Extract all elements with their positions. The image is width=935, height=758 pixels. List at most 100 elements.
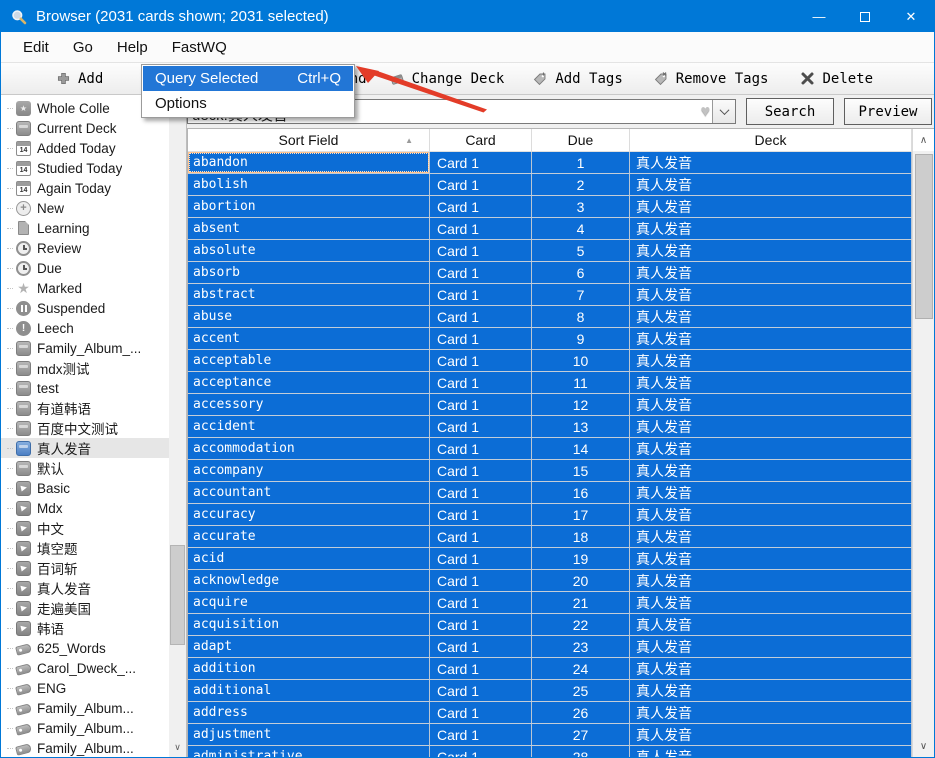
- table-scrollbar-thumb[interactable]: [915, 154, 933, 319]
- maximize-button[interactable]: [842, 1, 888, 32]
- sidebar-item[interactable]: 韩语: [1, 618, 169, 638]
- table-row[interactable]: acid Card 1 19 真人发音: [188, 548, 912, 570]
- table-row[interactable]: adapt Card 1 23 真人发音: [188, 636, 912, 658]
- sidebar-item[interactable]: Mdx: [1, 498, 169, 518]
- sidebar-item[interactable]: ENG: [1, 678, 169, 698]
- header-deck[interactable]: Deck: [630, 129, 912, 151]
- add-button[interactable]: Add: [56, 71, 103, 87]
- sidebar-item[interactable]: 625_Words: [1, 638, 169, 658]
- sidebar-item[interactable]: 有道韩语: [1, 398, 169, 418]
- sidebar-item[interactable]: Learning: [1, 218, 169, 238]
- sidebar-item[interactable]: 填空题: [1, 538, 169, 558]
- sidebar-item[interactable]: 真人发音: [1, 578, 169, 598]
- sidebar-item[interactable]: Basic: [1, 478, 169, 498]
- table-scroll-down-icon[interactable]: ∨: [913, 735, 934, 757]
- minimize-button[interactable]: —: [796, 1, 842, 32]
- menu-item-query-selected[interactable]: Query Selected Ctrl+Q: [143, 66, 353, 91]
- sidebar-item[interactable]: Review: [1, 238, 169, 258]
- sidebar-scrollbar[interactable]: ∧ ∨: [169, 95, 186, 757]
- sidebar-item[interactable]: 百词斩: [1, 558, 169, 578]
- table-row[interactable]: adjustment Card 1 27 真人发音: [188, 724, 912, 746]
- sidebar-item[interactable]: Family_Album_...: [1, 338, 169, 358]
- table-row[interactable]: accuracy Card 1 17 真人发音: [188, 504, 912, 526]
- table-row[interactable]: accessory Card 1 12 真人发音: [188, 394, 912, 416]
- search-button[interactable]: Search: [746, 98, 834, 125]
- sidebar-item[interactable]: Again Today: [1, 178, 169, 198]
- table-row[interactable]: accompany Card 1 15 真人发音: [188, 460, 912, 482]
- table-row[interactable]: acceptance Card 1 11 真人发音: [188, 372, 912, 394]
- sidebar-item[interactable]: 中文: [1, 518, 169, 538]
- menu-help[interactable]: Help: [105, 32, 160, 62]
- table-row[interactable]: administrative Card 1 28 真人发音: [188, 746, 912, 757]
- table-row[interactable]: absent Card 1 4 真人发音: [188, 218, 912, 240]
- table-row[interactable]: address Card 1 26 真人发音: [188, 702, 912, 724]
- sidebar-item[interactable]: Current Deck: [1, 118, 169, 138]
- table-row[interactable]: absorb Card 1 6 真人发音: [188, 262, 912, 284]
- sidebar-item[interactable]: 百度中文测试: [1, 418, 169, 438]
- sidebar-item[interactable]: Leech: [1, 318, 169, 338]
- change-deck-button[interactable]: Change Deck: [389, 71, 504, 87]
- table-row[interactable]: accommodation Card 1 14 真人发音: [188, 438, 912, 460]
- table-row[interactable]: abandon Card 1 1 真人发音: [188, 152, 912, 174]
- table-row[interactable]: accent Card 1 9 真人发音: [188, 328, 912, 350]
- delete-button[interactable]: Delete: [800, 71, 873, 87]
- cell-card: Card 1: [430, 504, 532, 525]
- table-row[interactable]: acknowledge Card 1 20 真人发音: [188, 570, 912, 592]
- table-row[interactable]: additional Card 1 25 真人发音: [188, 680, 912, 702]
- menu-fastwq[interactable]: FastWQ: [160, 32, 239, 62]
- table-row[interactable]: acceptable Card 1 10 真人发音: [188, 350, 912, 372]
- table-scroll-up-icon[interactable]: ∧: [913, 129, 934, 151]
- change-deck-icon: [390, 73, 404, 85]
- favorites-heart-icon[interactable]: ♥: [701, 103, 711, 121]
- table-row[interactable]: abolish Card 1 2 真人发音: [188, 174, 912, 196]
- header-card[interactable]: Card: [430, 129, 532, 151]
- sidebar-item[interactable]: Added Today: [1, 138, 169, 158]
- remove-tags-button[interactable]: Remove Tags: [653, 71, 768, 87]
- sidebar-scroll-down-icon[interactable]: ∨: [169, 740, 186, 755]
- add-tags-button[interactable]: Add Tags: [532, 71, 623, 87]
- sidebar-item[interactable]: test: [1, 378, 169, 398]
- sidebar-item[interactable]: New: [1, 198, 169, 218]
- menu-go[interactable]: Go: [61, 32, 105, 62]
- sidebar-item[interactable]: Suspended: [1, 298, 169, 318]
- sidebar-scrollbar-thumb[interactable]: [170, 545, 185, 645]
- sidebar-item[interactable]: Family_Album...: [1, 718, 169, 738]
- table-row[interactable]: accurate Card 1 18 真人发音: [188, 526, 912, 548]
- menu-edit[interactable]: Edit: [11, 32, 61, 62]
- table-row[interactable]: abstract Card 1 7 真人发音: [188, 284, 912, 306]
- cell-deck: 真人发音: [630, 394, 912, 415]
- sidebar-item[interactable]: Carol_Dweck_...: [1, 658, 169, 678]
- cell-due: 20: [532, 570, 630, 591]
- sidebar-item[interactable]: 默认: [1, 458, 169, 478]
- sidebar-item-icon: [16, 500, 31, 516]
- menu-item-options[interactable]: Options: [143, 91, 353, 116]
- close-button[interactable]: ✕: [888, 1, 934, 32]
- add-label: Add: [78, 70, 104, 87]
- table-row[interactable]: addition Card 1 24 真人发音: [188, 658, 912, 680]
- sidebar-item[interactable]: Due: [1, 258, 169, 278]
- table-row[interactable]: accident Card 1 13 真人发音: [188, 416, 912, 438]
- sidebar-item[interactable]: 真人发音: [1, 438, 169, 458]
- table-row[interactable]: absolute Card 1 5 真人发音: [188, 240, 912, 262]
- sidebar-item[interactable]: mdx测试: [1, 358, 169, 378]
- table-row[interactable]: abuse Card 1 8 真人发音: [188, 306, 912, 328]
- sidebar-item-icon: [15, 663, 32, 676]
- cell-due: 4: [532, 218, 630, 239]
- table-row[interactable]: abortion Card 1 3 真人发音: [188, 196, 912, 218]
- sidebar-item[interactable]: Family_Album...: [1, 738, 169, 757]
- sidebar-item[interactable]: Marked: [1, 278, 169, 298]
- search-history-dropdown[interactable]: [712, 100, 735, 123]
- table-scrollbar[interactable]: ∧ ∨: [912, 129, 934, 757]
- right-panel: ♥ Search Preview Sort Field ▲ Card Due: [187, 95, 934, 757]
- table-row[interactable]: acquire Card 1 21 真人发音: [188, 592, 912, 614]
- header-due[interactable]: Due: [532, 129, 630, 151]
- table-row[interactable]: acquisition Card 1 22 真人发音: [188, 614, 912, 636]
- preview-button[interactable]: Preview: [844, 98, 932, 125]
- header-sort-field[interactable]: Sort Field ▲: [188, 129, 430, 151]
- sidebar-item[interactable]: 走遍美国: [1, 598, 169, 618]
- sidebar-item-icon: [16, 360, 31, 376]
- sidebar-item[interactable]: Family_Album...: [1, 698, 169, 718]
- table-row[interactable]: accountant Card 1 16 真人发音: [188, 482, 912, 504]
- cell-sort-field: administrative: [188, 746, 430, 757]
- sidebar-item[interactable]: Studied Today: [1, 158, 169, 178]
